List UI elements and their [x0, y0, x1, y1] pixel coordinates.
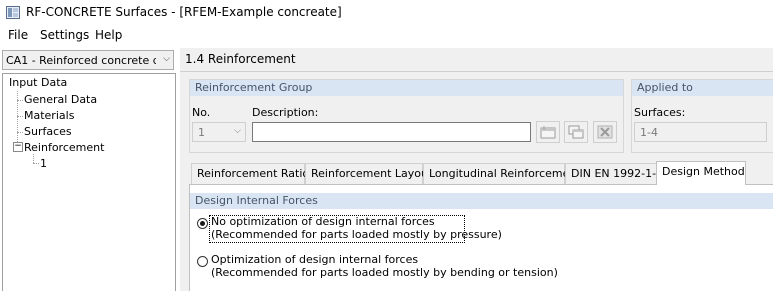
- tree-connector: [17, 116, 23, 117]
- tab-design-method[interactable]: Design Method: [656, 161, 746, 185]
- tree-item-reinforcement-1[interactable]: 1: [40, 157, 47, 170]
- menu-help[interactable]: Help: [95, 28, 122, 42]
- no-optimization-note: (Recommended for parts loaded mostly by …: [211, 228, 502, 241]
- surfaces-label: Surfaces:: [634, 106, 686, 119]
- case-select[interactable]: CA1 - Reinforced concrete design ⌵: [2, 50, 174, 70]
- menu-settings[interactable]: Settings: [40, 28, 89, 42]
- description-label: Description:: [252, 106, 319, 119]
- new-group-icon: [540, 126, 556, 139]
- delete-group-icon: [597, 125, 613, 139]
- tab-reinforcement-layout[interactable]: Reinforcement Layout: [305, 163, 432, 184]
- window-title: RF-CONCRETE Surfaces - [RFEM-Example con…: [26, 5, 342, 19]
- copy-group-icon: [568, 125, 584, 139]
- design-internal-forces-title: Design Internal Forces: [190, 193, 773, 209]
- tree-connector: [17, 100, 23, 101]
- tree-connector: [33, 163, 39, 164]
- navigation-tree: Input Data General Data Materials Surfac…: [2, 73, 176, 291]
- section-title: 1.4 Reinforcement: [185, 52, 296, 66]
- tree-connector: [33, 154, 34, 163]
- group-number-select: 1 ⌵: [192, 122, 246, 142]
- tree-connector: [17, 132, 23, 133]
- chevron-down-icon: ⌵: [163, 54, 170, 64]
- tree-item-surfaces[interactable]: Surfaces: [24, 125, 72, 138]
- description-input[interactable]: [252, 122, 531, 142]
- radio-optimization[interactable]: [197, 256, 208, 267]
- tab-strip: Reinforcement Ratios Reinforcement Layou…: [189, 161, 773, 185]
- optimization-label[interactable]: Optimization of design internal forces: [211, 254, 418, 266]
- no-optimization-label[interactable]: No optimization of design internal force…: [211, 216, 435, 228]
- new-group-button[interactable]: [536, 121, 560, 143]
- tree-item-materials[interactable]: Materials: [24, 109, 74, 122]
- no-label: No.: [192, 106, 211, 119]
- tree-item-general-data[interactable]: General Data: [24, 93, 97, 106]
- reinforcement-group-title: Reinforcement Group: [190, 80, 623, 96]
- window-title-bar: RF-CONCRETE Surfaces - [RFEM-Example con…: [0, 0, 773, 26]
- case-select-value: CA1 - Reinforced concrete design: [6, 54, 156, 67]
- tree-collapse-toggle[interactable]: −: [13, 142, 23, 152]
- tab-din-en-1992[interactable]: DIN EN 1992-1-1: [565, 163, 663, 184]
- optimization-note: (Recommended for parts loaded mostly by …: [211, 266, 558, 279]
- tree-item-input-data[interactable]: Input Data: [9, 76, 67, 89]
- chevron-down-icon: ⌵: [234, 126, 241, 136]
- tree-item-reinforcement[interactable]: Reinforcement: [24, 141, 104, 154]
- copy-group-button[interactable]: [564, 121, 588, 143]
- applied-to-title: Applied to: [632, 80, 773, 96]
- applied-to-box: Applied to Surfaces: 1-4: [631, 79, 773, 153]
- tab-reinforcement-ratios[interactable]: Reinforcement Ratios: [191, 163, 315, 184]
- section-header: 1.4 Reinforcement: [180, 48, 773, 72]
- menu-file[interactable]: File: [8, 28, 28, 42]
- surfaces-field: 1-4: [634, 122, 767, 142]
- tab-longitudinal-reinforcement[interactable]: Longitudinal Reinforcement: [423, 163, 581, 184]
- delete-group-button[interactable]: [593, 121, 617, 143]
- radio-no-optimization[interactable]: [197, 218, 208, 229]
- reinforcement-group-box: Reinforcement Group No. 1 ⌵ Description:: [189, 79, 624, 153]
- surfaces-value: 1-4: [640, 126, 658, 139]
- app-icon: [6, 6, 20, 19]
- radio-selected-icon: [200, 221, 205, 226]
- group-number-value: 1: [198, 126, 205, 139]
- menu-bar: File Settings Help: [0, 26, 773, 46]
